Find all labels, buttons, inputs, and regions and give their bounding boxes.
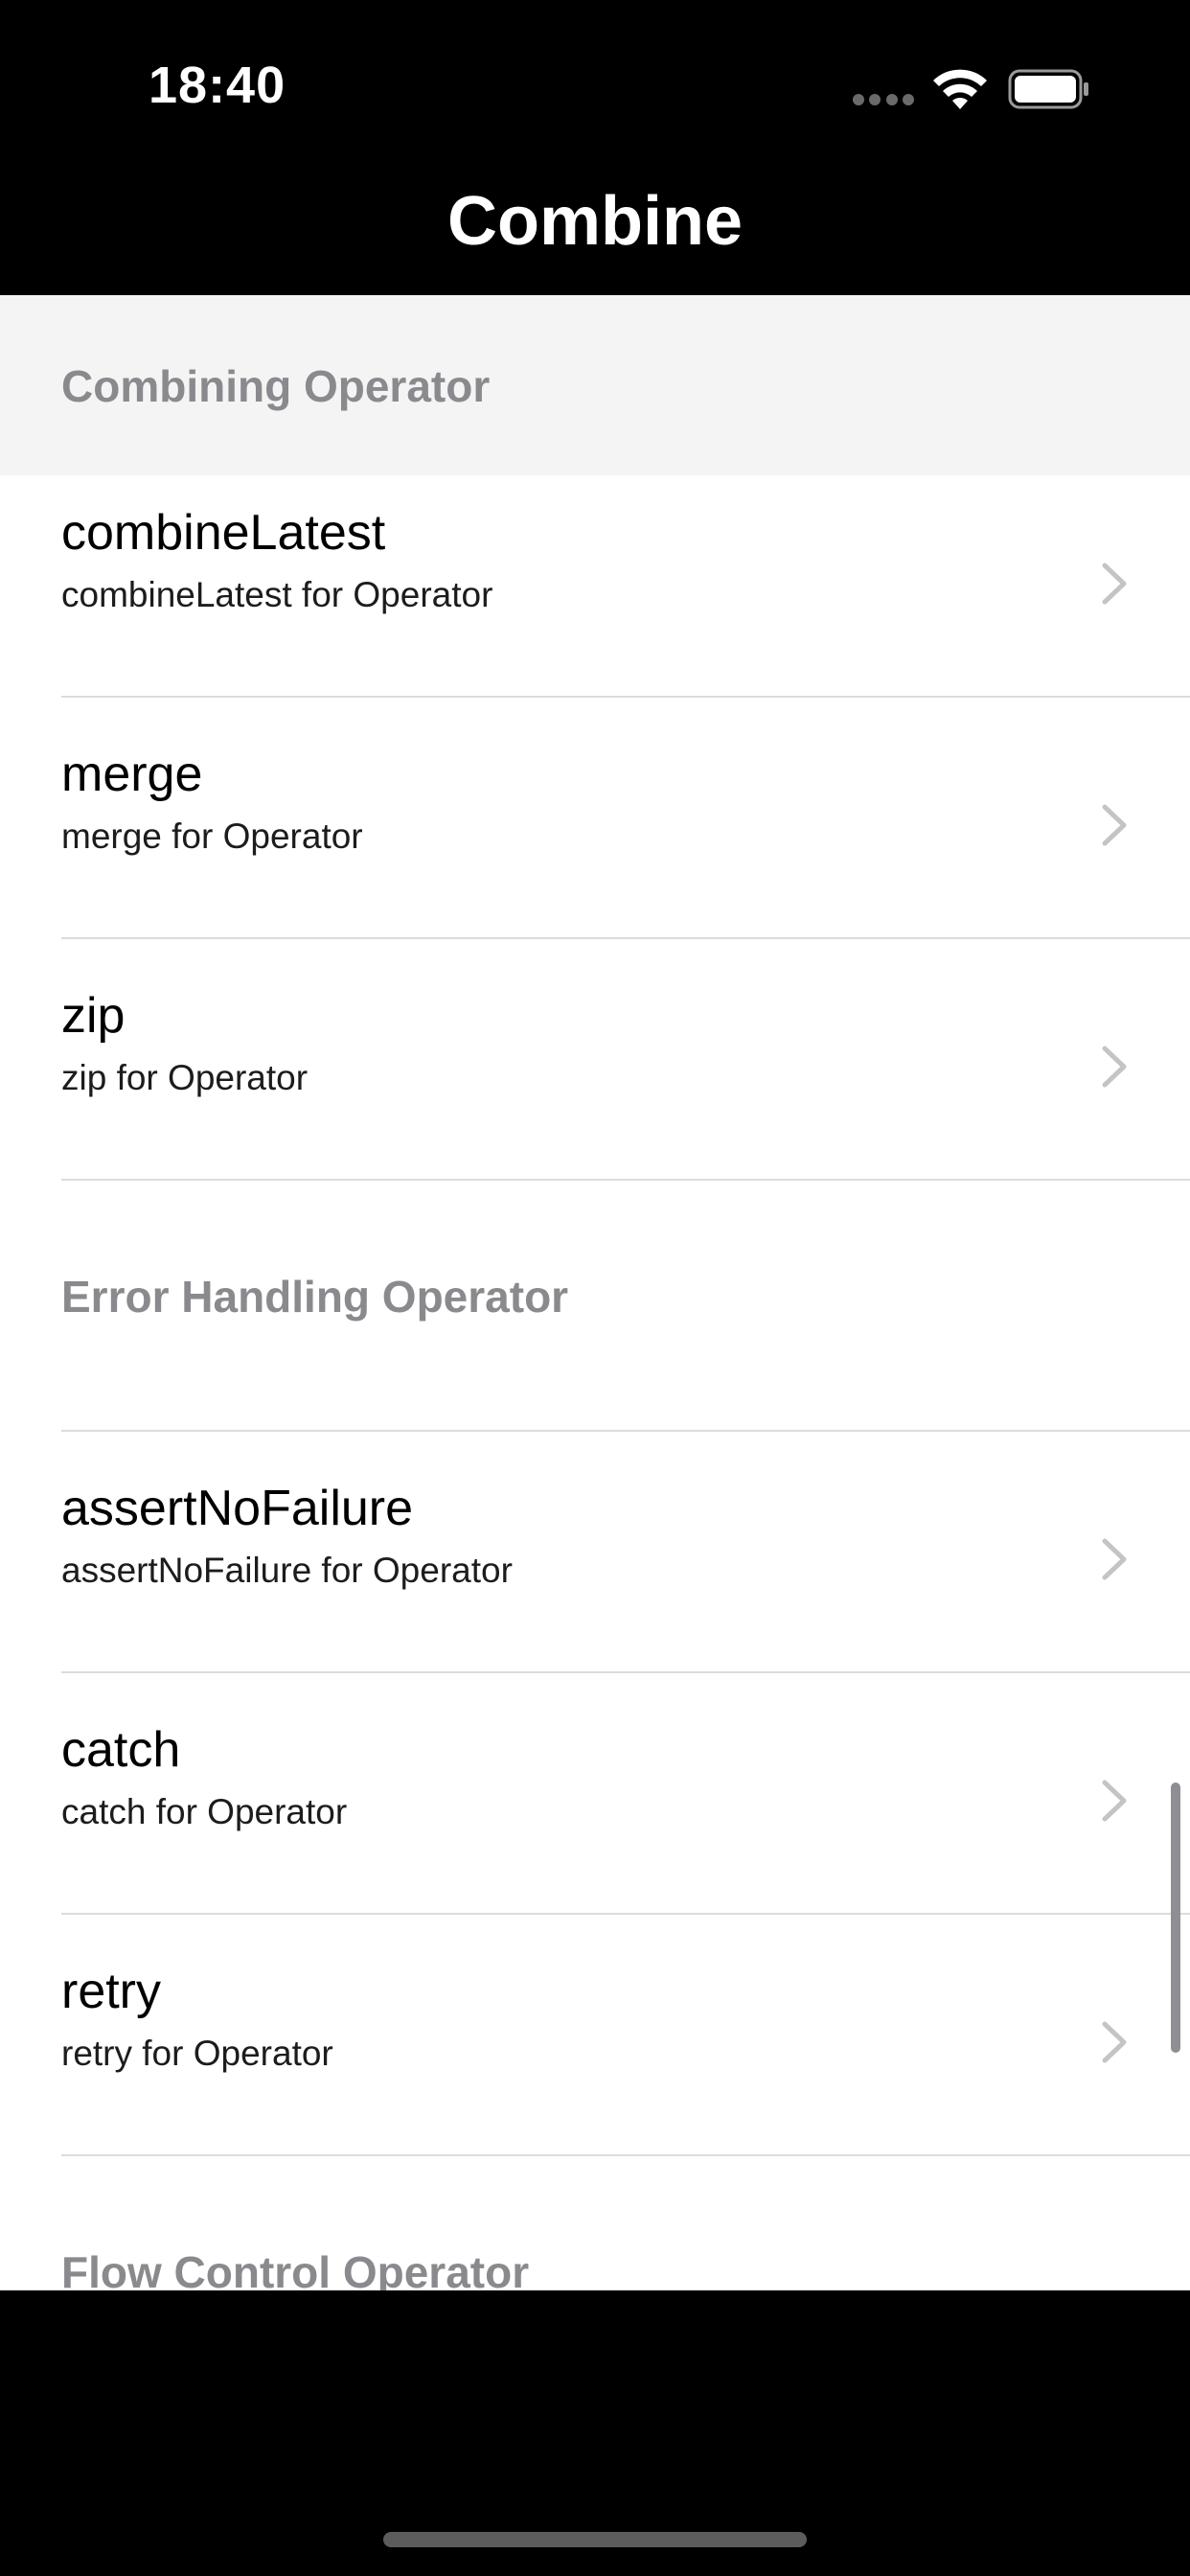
operator-list[interactable]: Combining Operator combineLatest combine… — [0, 295, 1190, 2290]
navigation-bar: Combine — [0, 172, 1190, 295]
list-item-title: retry — [61, 1964, 161, 2019]
list-item-title: zip — [61, 988, 126, 1044]
wifi-icon — [933, 69, 987, 109]
chevron-right-icon — [1102, 1538, 1127, 1580]
chevron-right-icon — [1102, 1780, 1127, 1822]
section-header-error-handling: Error Handling Operator — [0, 1181, 1190, 1432]
app-screen: 18:40 Combine Combining Operator combine… — [0, 0, 1190, 2576]
list-item-title: catch — [61, 1722, 181, 1778]
list-item-title: merge — [61, 747, 203, 802]
list-item-subtitle: zip for Operator — [61, 1058, 309, 1097]
chevron-right-icon — [1102, 2021, 1127, 2063]
list-item-subtitle: assertNoFailure for Operator — [61, 1551, 513, 1590]
status-bar: 18:40 — [0, 0, 1190, 172]
list-item-title: combineLatest — [61, 505, 386, 561]
section-header-label: Combining Operator — [61, 361, 491, 411]
list-item-zip[interactable]: zip zip for Operator — [0, 939, 1190, 1181]
home-indicator[interactable] — [383, 2532, 807, 2547]
section-header-label: Flow Control Operator — [61, 2247, 530, 2290]
list-item-title: assertNoFailure — [61, 1481, 414, 1536]
battery-icon — [1008, 69, 1088, 109]
nav-title: Combine — [446, 183, 743, 260]
cellular-signal-icon — [853, 94, 914, 107]
chevron-right-icon — [1102, 563, 1127, 605]
list-item-subtitle: merge for Operator — [61, 816, 363, 856]
list-item-retry[interactable]: retry retry for Operator — [0, 1915, 1190, 2156]
section-header-combining: Combining Operator — [0, 295, 1190, 475]
list-item-subtitle: retry for Operator — [61, 2034, 333, 2073]
list-item-combinelatest[interactable]: combineLatest combineLatest for Operator — [0, 475, 1190, 698]
section-header-label: Error Handling Operator — [61, 1272, 569, 1322]
status-time: 18:40 — [149, 57, 286, 114]
list-item-catch[interactable]: catch catch for Operator — [0, 1673, 1190, 1915]
list-item-merge[interactable]: merge merge for Operator — [0, 698, 1190, 939]
chevron-right-icon — [1102, 1046, 1127, 1088]
vertical-scrollbar[interactable] — [1171, 1782, 1180, 2053]
list-item-subtitle: catch for Operator — [61, 1792, 348, 1831]
chevron-right-icon — [1102, 804, 1127, 846]
list-item-subtitle: combineLatest for Operator — [61, 575, 493, 614]
list-item-assertnofailure[interactable]: assertNoFailure assertNoFailure for Oper… — [0, 1432, 1190, 1673]
section-header-flow-control: Flow Control Operator — [0, 2156, 1190, 2290]
